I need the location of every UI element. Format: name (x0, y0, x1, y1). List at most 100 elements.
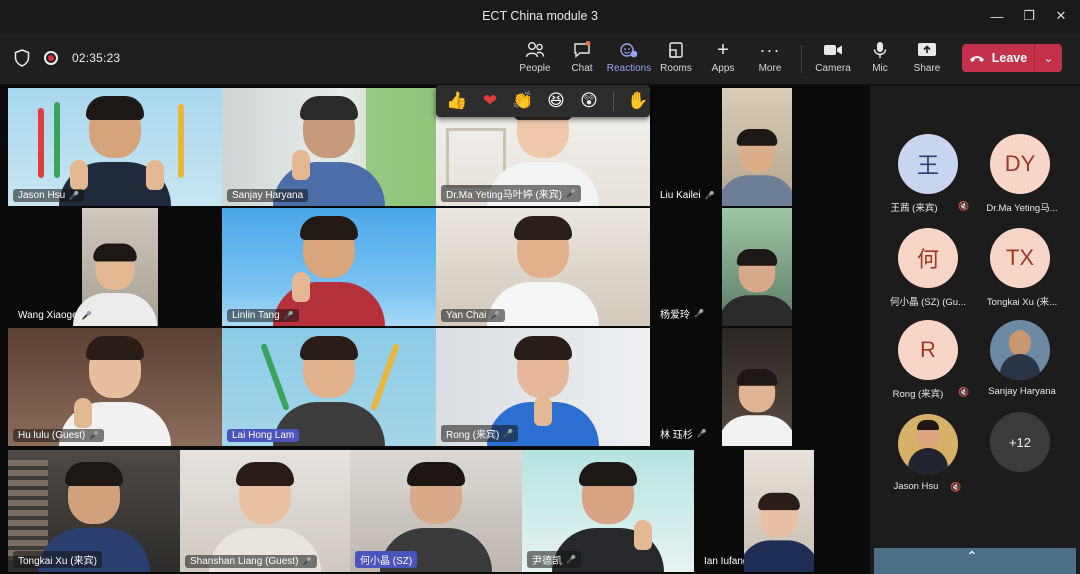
participant-name: Ian Iufang (704, 556, 744, 567)
video-tile[interactable]: Ian Iufang (694, 450, 744, 572)
avatar[interactable]: DY (990, 134, 1050, 194)
participant-name: 何小晶 (SZ) (355, 551, 418, 568)
title-bar: ECT China module 3 — ❐ ✕ (0, 0, 1080, 33)
recording-icon (44, 51, 58, 65)
video-tile[interactable]: Hu lulu (Guest) 🎤 (8, 328, 222, 446)
participant-name: 杨爱玲 🎤 (660, 309, 704, 321)
avatar[interactable]: R (898, 320, 958, 380)
self-preview[interactable]: ⌃ (874, 548, 1076, 574)
participant-name: Wang Xiaoge 🎤 (18, 310, 92, 321)
video-tile[interactable]: Yan Chai 🎤 (436, 208, 650, 326)
mic-button[interactable]: Mic (855, 39, 905, 79)
video-tile[interactable]: Sanjay Haryana (222, 88, 436, 206)
video-tile[interactable]: 杨爱玲 🎤 (650, 208, 722, 326)
avatar[interactable] (990, 320, 1050, 380)
roster-name: Rong (来宾) (892, 389, 944, 400)
reactions-divider (613, 91, 614, 111)
microphone-icon: 🎤 (302, 557, 313, 566)
more-button[interactable]: ··· More (745, 39, 795, 79)
maximize-icon[interactable]: ❐ (1016, 5, 1042, 27)
chat-button[interactable]: Chat (557, 39, 607, 79)
camera-icon (808, 39, 858, 61)
apps-label: Apps (711, 63, 735, 74)
video-tile[interactable]: Liu Kailei 🎤 (650, 88, 722, 206)
reactions-label: Reactions (606, 63, 652, 74)
video-tile[interactable]: Jason Hsu 🎤 (8, 88, 222, 206)
roster-name: Tongkai Xu (来... (986, 297, 1058, 308)
video-tile[interactable] (744, 450, 814, 572)
video-tile[interactable]: Tongkai Xu (来宾) (8, 450, 180, 572)
heart-icon[interactable]: ❤ (479, 90, 501, 112)
thumbs-up-icon (70, 160, 88, 190)
avatar[interactable]: 王 (898, 134, 958, 194)
video-tile[interactable]: Linlin Tang 🎤 (222, 208, 436, 326)
mic-off-icon: 🔇 (958, 387, 970, 397)
apps-button[interactable]: + Apps (698, 39, 748, 79)
video-tile[interactable]: 林 珏杉 🎤 (650, 328, 722, 446)
reactions-button[interactable]: Reactions (604, 39, 654, 79)
video-gallery: Jason Hsu 🎤 Sanjay Haryana Dr.Ma Yeting马叶… (0, 86, 868, 574)
raise-hand-icon[interactable]: ✋ (627, 90, 649, 112)
participant-name: Shanshan Liang (Guest) 🎤 (185, 555, 318, 568)
ellipsis-icon: ··· (759, 39, 781, 60)
participant-name: Tongkai Xu (来宾) (13, 551, 102, 568)
roster-name: Jason Hsu (893, 481, 939, 492)
window-title: ECT China module 3 (482, 9, 598, 23)
participant-video (722, 129, 792, 206)
chevron-up-icon[interactable]: ⌃ (966, 548, 978, 565)
participant-name: Linlin Tang 🎤 (227, 309, 299, 322)
participant-name: 尹德凯 🎤 (527, 551, 581, 568)
meeting-timer: 02:35:23 (72, 51, 121, 65)
participant-name: 林 珏杉 🎤 (660, 429, 707, 441)
thumbs-up-icon (146, 160, 164, 190)
thumbs-up-icon (534, 396, 552, 426)
mic-off-icon: 🔇 (950, 482, 962, 492)
video-tile[interactable] (722, 88, 792, 206)
video-tile[interactable]: Wang Xiaoge 🎤 (8, 208, 222, 326)
avatar[interactable] (898, 414, 958, 474)
microphone-icon: 🎤 (566, 555, 576, 564)
video-tile[interactable]: Lai Hong Lam (222, 328, 436, 446)
more-participants-button[interactable]: +12 (990, 412, 1050, 472)
people-button[interactable]: People (510, 39, 560, 79)
chevron-down-icon[interactable]: ⌄ (1034, 44, 1062, 72)
participant-name: Lai Hong Lam (227, 429, 300, 442)
share-screen-icon (902, 39, 952, 61)
reactions-icon (604, 39, 654, 61)
participant-video (722, 369, 792, 446)
thumbs-up-icon (292, 150, 310, 180)
thumbs-up-icon (292, 272, 310, 302)
surprised-icon[interactable]: 😲 (578, 90, 600, 112)
shield-icon[interactable] (14, 49, 30, 67)
video-tile[interactable]: 何小晶 (SZ) (350, 450, 522, 572)
microphone-icon: 🎤 (89, 431, 100, 440)
applause-icon[interactable]: 👏 (512, 90, 534, 112)
roster-name: 何小晶 (SZ) (Gu... (889, 297, 966, 308)
microphone-icon: 🎤 (704, 191, 715, 200)
video-tile[interactable] (722, 328, 792, 446)
laugh-icon[interactable]: 😆 (545, 90, 567, 112)
video-tile[interactable]: 尹德凯 🎤 (522, 450, 694, 572)
avatar[interactable]: TX (990, 228, 1050, 288)
minimize-icon[interactable]: — (984, 5, 1010, 27)
avatar[interactable]: 何 (898, 228, 958, 288)
close-icon[interactable]: ✕ (1048, 5, 1074, 27)
share-button[interactable]: Share (902, 39, 952, 79)
rooms-button[interactable]: Rooms (651, 39, 701, 79)
camera-button[interactable]: Camera (808, 39, 858, 79)
leave-button[interactable]: Leave ⌄ (962, 44, 1062, 72)
like-icon[interactable]: 👍 (446, 90, 468, 112)
roster-name: Sanjay Haryana (988, 386, 1056, 397)
video-tile[interactable]: Rong (来宾) 🎤 (436, 328, 650, 446)
roster-name: Dr.Ma Yeting马... (986, 203, 1058, 214)
reactions-flyout: 👍 ❤ 👏 😆 😲 ✋ (436, 85, 650, 117)
video-tile[interactable]: Shanshan Liang (Guest) 🎤 (180, 450, 350, 572)
participant-roster: 王 王茜 (来宾) 🔇 DY Dr.Ma Yeting马... 何 何小晶 (S… (870, 86, 1080, 574)
microphone-icon (855, 39, 905, 61)
mic-off-icon: 🔇 (958, 201, 970, 211)
chat-icon (557, 39, 607, 61)
share-label: Share (913, 63, 941, 74)
toolbar-divider (801, 45, 802, 73)
video-tile[interactable] (722, 208, 792, 326)
people-icon (510, 39, 560, 61)
